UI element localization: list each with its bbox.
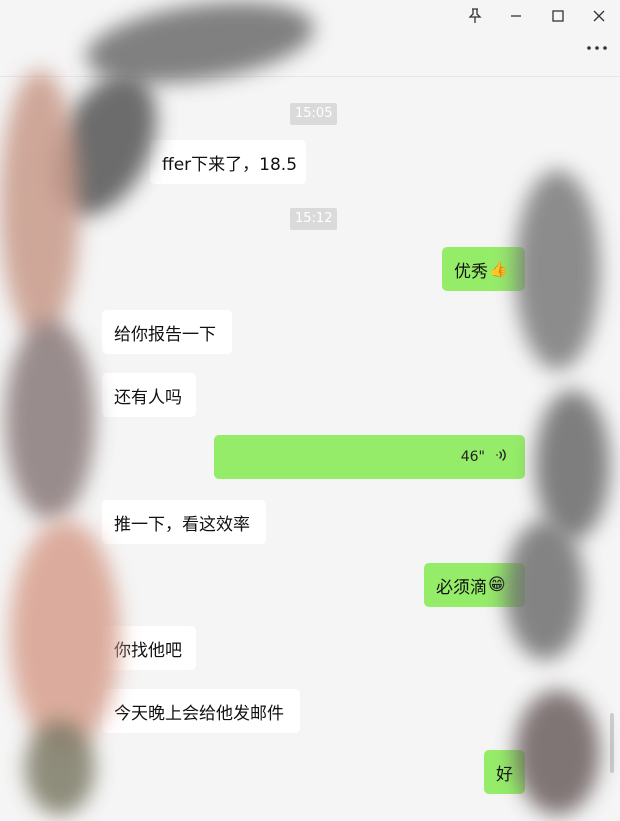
- outgoing-message[interactable]: 必须滴 😁: [424, 563, 525, 607]
- voice-wave-icon: [495, 448, 507, 466]
- incoming-message[interactable]: 推一下，看这效率: [102, 500, 266, 544]
- timestamp: 15:12: [290, 208, 338, 230]
- thumbs-up-icon: 👍: [489, 260, 508, 278]
- outgoing-message[interactable]: 优秀 👍: [442, 247, 525, 291]
- message-text: 优秀: [454, 261, 488, 282]
- message-text: 还有人吗: [114, 387, 182, 408]
- pin-icon[interactable]: [460, 4, 490, 28]
- incoming-message[interactable]: 你找他吧: [102, 626, 196, 670]
- title-bar: [0, 0, 620, 77]
- voice-duration: 46": [460, 449, 485, 465]
- outgoing-message[interactable]: 好: [484, 750, 525, 794]
- timestamp: 15:05: [290, 103, 338, 125]
- scrollbar[interactable]: [610, 713, 614, 773]
- message-text: ffer下来了，18.5: [162, 154, 298, 175]
- maximize-icon[interactable]: [543, 4, 573, 28]
- incoming-message[interactable]: 还有人吗: [102, 373, 196, 417]
- incoming-message[interactable]: 给你报告一下: [102, 310, 232, 354]
- message-text: 给你报告一下: [114, 324, 216, 345]
- more-icon[interactable]: [584, 36, 610, 60]
- message-text: 今天晚上会给他发邮件: [114, 703, 284, 724]
- chat-area[interactable]: 15:05 ffer下来了，18.5 15:12 优秀 👍 给你报告一下 还有人…: [0, 77, 620, 821]
- incoming-message[interactable]: 今天晚上会给他发邮件: [102, 689, 300, 733]
- message-text: 你找他吧: [114, 640, 182, 661]
- message-text: 必须滴: [436, 577, 487, 598]
- grin-icon: 😁: [488, 575, 506, 595]
- minimize-icon[interactable]: [501, 4, 531, 28]
- message-text: 推一下，看这效率: [114, 514, 250, 535]
- voice-message[interactable]: 46": [214, 435, 525, 479]
- message-text: 好: [496, 764, 513, 785]
- incoming-message[interactable]: ffer下来了，18.5: [150, 140, 306, 184]
- close-icon[interactable]: [584, 4, 614, 28]
